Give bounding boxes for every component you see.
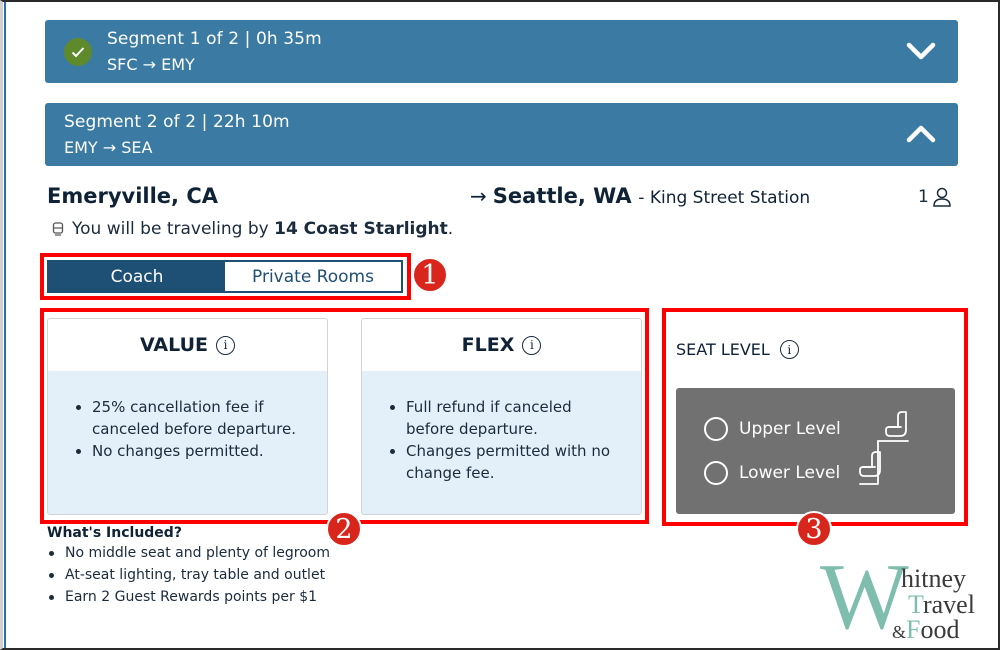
fare-card-header: VALUE i [48, 319, 327, 371]
included-item: Earn 2 Guest Rewards points per $1 [47, 586, 330, 608]
seat-option-label: Upper Level [739, 419, 841, 439]
check-circle-icon [64, 38, 92, 66]
person-icon [933, 187, 951, 207]
included-item: No middle seat and plenty of legroom [47, 542, 330, 564]
segment-2-title: Segment 2 of 2 | 22h 10m [64, 112, 290, 132]
seat-level-title: SEAT LEVEL i [676, 340, 799, 359]
train-info: You will be traveling by 14 Coast Starli… [52, 219, 453, 239]
chevron-down-icon[interactable] [906, 38, 936, 64]
passenger-count: 1 [918, 187, 952, 207]
destination: → Seattle, WA - King Street Station [470, 184, 810, 208]
train-icon [52, 222, 64, 236]
included-item: At-seat lighting, tray table and outlet [47, 564, 330, 586]
seat-option-upper[interactable]: Upper Level [704, 417, 841, 441]
watermark-logo: W hitney Travel &Food [818, 550, 996, 646]
chevron-up-icon[interactable] [906, 121, 936, 147]
frame-accent-line [4, 2, 6, 648]
seat-option-label: Lower Level [739, 463, 841, 483]
segment-1-route: SFC → EMY [107, 55, 195, 74]
passenger-count-value: 1 [918, 187, 929, 207]
origin-station: Emeryville, CA [47, 184, 218, 208]
segment-1-title: Segment 1 of 2 | 0h 35m [107, 29, 322, 49]
segment-2-header[interactable]: Segment 2 of 2 | 22h 10m EMY → SEA [45, 103, 958, 166]
bilevel-seat-icon [859, 411, 909, 485]
arrow-right-icon: → [470, 184, 487, 208]
fare-card-value[interactable]: VALUE i 25% cancellation fee if canceled… [47, 318, 328, 515]
fare-bullets: 25% cancellation fee if canceled before … [48, 371, 327, 462]
info-icon[interactable]: i [522, 335, 542, 355]
train-name: 14 Coast Starlight [274, 219, 448, 239]
tab-coach[interactable]: Coach [49, 262, 225, 291]
seat-option-lower[interactable]: Lower Level [704, 461, 840, 485]
destination-city: Seattle, WA [492, 184, 632, 208]
fare-bullet: Full refund if canceled before departure… [390, 396, 623, 440]
fare-name: FLEX [461, 334, 515, 356]
fare-bullet: 25% cancellation fee if canceled before … [76, 396, 309, 440]
fare-bullet: No changes permitted. [76, 440, 309, 462]
info-icon[interactable]: i [215, 335, 235, 355]
logo-line-3: &Food [892, 615, 960, 644]
fare-card-flex[interactable]: FLEX i Full refund if canceled before de… [361, 318, 642, 515]
logo-line-1: hitney [901, 564, 966, 593]
annotation-badge-2: 2 [326, 511, 362, 547]
included-list: No middle seat and plenty of legroom At-… [47, 542, 330, 608]
whats-included-title: What's Included? [47, 525, 182, 541]
class-toggle: Coach Private Rooms [47, 260, 403, 293]
seat-level-panel: Upper Level Lower Level [676, 388, 955, 514]
annotation-badge-1: 1 [412, 257, 448, 293]
fare-name: VALUE [140, 334, 208, 356]
fare-bullet: Changes permitted with no change fee. [390, 440, 623, 484]
radio-upper-level[interactable] [704, 417, 728, 441]
train-info-text: You will be traveling by 14 Coast Starli… [72, 219, 454, 239]
tab-private-rooms[interactable]: Private Rooms [225, 262, 401, 291]
annotation-badge-3: 3 [796, 511, 832, 547]
radio-lower-level[interactable] [704, 461, 728, 485]
destination-station: - King Street Station [638, 188, 811, 208]
fare-bullets: Full refund if canceled before departure… [362, 371, 641, 484]
segment-1-header[interactable]: Segment 1 of 2 | 0h 35m SFC → EMY [45, 20, 958, 83]
segment-2-route: EMY → SEA [64, 138, 153, 157]
info-icon[interactable]: i [779, 340, 799, 359]
whats-included: What's Included? No middle seat and plen… [47, 525, 330, 608]
fare-card-header: FLEX i [362, 319, 641, 371]
